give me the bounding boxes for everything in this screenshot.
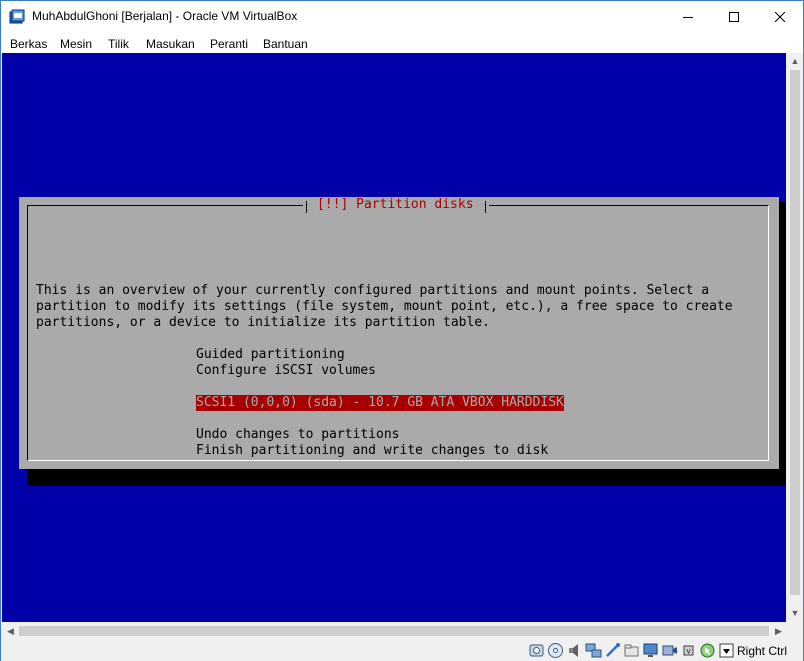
horizontal-scrollbar[interactable]: ◀ ▶ <box>2 622 787 640</box>
vertical-scroll-thumb[interactable] <box>790 70 800 595</box>
display-icon[interactable] <box>642 642 659 659</box>
option-disk-sda[interactable]: SCSI1 (0,0,0) (sda) - 10.7 GB ATA VBOX H… <box>196 395 564 411</box>
menu-mesin[interactable]: Mesin <box>60 37 92 51</box>
maximize-button[interactable] <box>711 1 757 32</box>
title-divider-left <box>306 201 307 213</box>
optical-disk-icon[interactable] <box>547 642 564 659</box>
virtualbox-icon <box>9 9 25 24</box>
dialog-text-line-2: partition to modify its settings (file s… <box>36 299 733 314</box>
video-capture-icon[interactable] <box>661 642 678 659</box>
host-key-icon[interactable] <box>718 642 735 659</box>
go-back-button[interactable]: <Go Back> <box>68 475 138 491</box>
dialog-title: [!!] Partition disks <box>317 197 474 212</box>
title-bar[interactable]: MuhAbdulGhoni [Berjalan] - Oracle VM Vir… <box>1 1 803 32</box>
dialog-title-box: [!!] Partition disks <box>303 197 489 214</box>
scroll-right-icon[interactable]: ▶ <box>770 622 787 640</box>
vertical-scrollbar[interactable]: ▲ ▼ <box>787 53 803 622</box>
close-button[interactable] <box>757 1 803 32</box>
scroll-left-icon[interactable]: ◀ <box>2 622 19 640</box>
option-undo-changes[interactable]: Undo changes to partitions <box>196 427 400 443</box>
dialog-frame <box>27 205 769 461</box>
scroll-down-icon[interactable]: ▼ <box>787 605 803 622</box>
dialog-text-line-3: partitions, or a device to initialize it… <box>36 315 490 330</box>
network-icon[interactable] <box>585 642 602 659</box>
hard-disk-icon[interactable] <box>528 642 545 659</box>
menu-tilik[interactable]: Tilik <box>108 37 129 51</box>
option-guided-partitioning[interactable]: Guided partitioning <box>196 347 345 363</box>
virtualbox-window: MuhAbdulGhoni [Berjalan] - Oracle VM Vir… <box>0 0 804 661</box>
partition-dialog: [!!] Partition disks This is an overview… <box>19 197 779 490</box>
cpu-icon[interactable]: V <box>680 642 697 659</box>
scroll-corner <box>787 622 803 640</box>
minimize-button[interactable] <box>665 1 711 32</box>
menu-bantuan[interactable]: Bantuan <box>263 37 308 51</box>
close-icon <box>775 11 785 22</box>
mouse-integration-icon[interactable] <box>699 642 716 659</box>
option-finish-partitioning[interactable]: Finish partitioning and write changes to… <box>196 443 548 459</box>
horizontal-scroll-thumb[interactable] <box>19 626 769 636</box>
menu-bar: Berkas Mesin Tilik Masukan Peranti Bantu… <box>1 32 803 53</box>
dialog-text-line-1: This is an overview of your currently co… <box>36 283 710 298</box>
vm-display[interactable]: [!!] Partition disks This is an overview… <box>2 53 786 622</box>
scroll-up-icon[interactable]: ▲ <box>787 53 803 70</box>
minimize-icon <box>683 16 693 18</box>
usb-icon[interactable] <box>604 642 621 659</box>
window-title: MuhAbdulGhoni [Berjalan] - Oracle VM Vir… <box>32 9 298 23</box>
option-configure-iscsi[interactable]: Configure iSCSI volumes <box>196 363 376 379</box>
menu-peranti[interactable]: Peranti <box>210 37 248 51</box>
menu-masukan[interactable]: Masukan <box>146 37 195 51</box>
title-divider-right <box>485 201 486 213</box>
shared-folders-icon[interactable] <box>623 642 640 659</box>
audio-icon[interactable] <box>566 642 583 659</box>
menu-berkas[interactable]: Berkas <box>10 37 47 51</box>
maximize-icon <box>729 11 739 22</box>
host-key-label: Right Ctrl <box>737 644 788 658</box>
status-bar: V Right Ctrl <box>1 640 803 661</box>
